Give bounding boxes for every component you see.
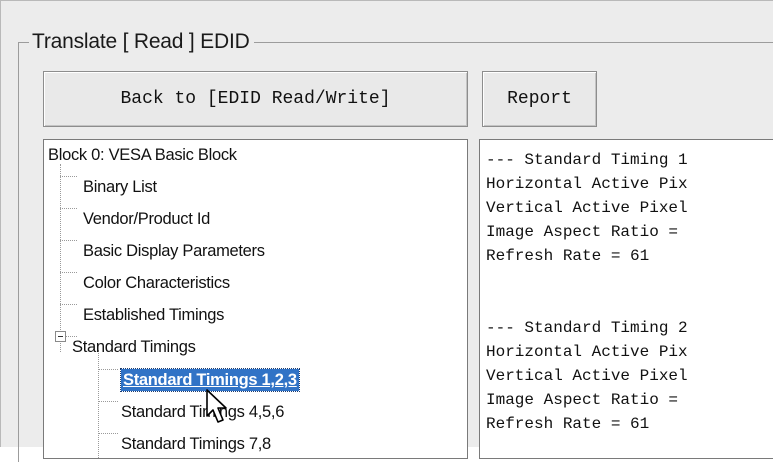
tree-connector — [98, 350, 99, 458]
tree-item-standard-timings-4-5-6[interactable]: Standard Timings 4,5,6 — [121, 401, 284, 423]
collapse-expander-icon[interactable] — [55, 331, 66, 342]
edid-block-tree[interactable]: Block 0: VESA Basic Block Binary List Ve… — [43, 139, 468, 459]
translate-edid-window: Translate [ Read ] EDID Back to [EDID Re… — [0, 0, 773, 462]
report-line: Horizontal Active Pix — [486, 175, 688, 193]
report-line: --- Standard Timing 1 — [486, 151, 688, 169]
tree-connector — [60, 272, 77, 273]
report-line: Image Aspect Ratio = — [486, 223, 679, 241]
report-text-panel[interactable]: --- Standard Timing 1 Horizontal Active … — [479, 139, 773, 459]
report-line: Refresh Rate = 61 — [486, 247, 650, 265]
tree-item-standard-timings-7-8[interactable]: Standard Timings 7,8 — [121, 433, 271, 455]
mouse-pointer-icon — [206, 389, 227, 423]
tree-item-color-characteristics[interactable]: Color Characteristics — [83, 272, 230, 294]
report-line: --- Standard Timing 2 — [486, 319, 688, 337]
tree-connector — [60, 176, 77, 177]
report-button[interactable]: Report — [482, 71, 597, 127]
report-line: Refresh Rate = 61 — [486, 415, 650, 433]
tree-item-established-timings[interactable]: Established Timings — [83, 304, 224, 326]
tree-connector — [60, 304, 77, 305]
tree-connector — [60, 208, 77, 209]
tree-connector — [60, 240, 77, 241]
report-line: Vertical Active Pixel — [486, 199, 688, 217]
report-line: Image Aspect Ratio = — [486, 391, 679, 409]
report-line: Vertical Active Pixel — [486, 367, 688, 385]
tree-item-basic-display-parameters[interactable]: Basic Display Parameters — [83, 240, 265, 262]
group-title: Translate [ Read ] EDID — [29, 29, 254, 55]
back-to-edid-read-write-button[interactable]: Back to [EDID Read/Write] — [43, 71, 468, 127]
report-line: Horizontal Active Pix — [486, 343, 688, 361]
tree-item-vendor-product-id[interactable]: Vendor/Product Id — [83, 208, 210, 230]
tree-item-standard-timings[interactable]: Standard Timings — [72, 336, 196, 358]
tree-connector — [98, 401, 118, 402]
tree-root-vesa-basic-block[interactable]: Block 0: VESA Basic Block — [48, 144, 237, 166]
tree-item-binary-list[interactable]: Binary List — [83, 176, 157, 198]
tree-connector — [98, 433, 118, 434]
tree-connector — [60, 164, 61, 352]
tree-connector — [98, 369, 118, 370]
